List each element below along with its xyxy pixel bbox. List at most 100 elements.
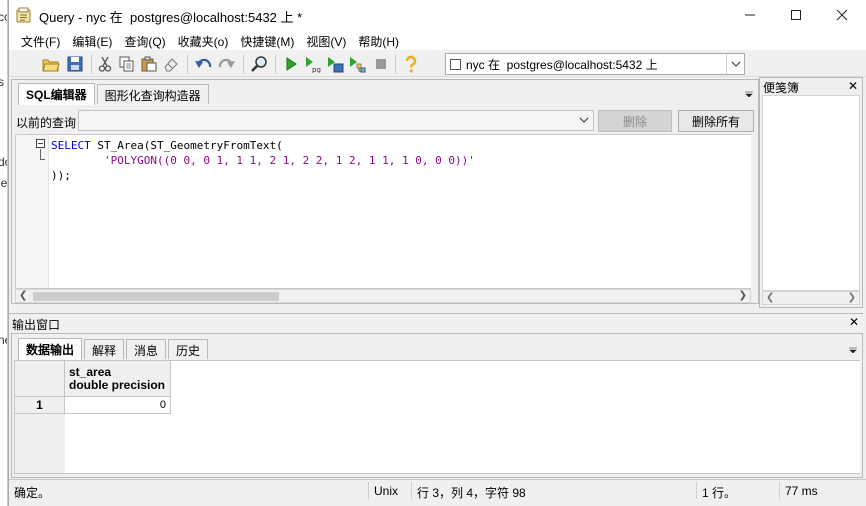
close-button[interactable]: [819, 0, 865, 30]
sql-code: SELECT ST_Area(ST_GeometryFromText( 'POL…: [51, 138, 475, 183]
chevron-left-icon[interactable]: ❮: [766, 292, 774, 303]
row-header[interactable]: 1: [15, 397, 65, 414]
tab-history[interactable]: 历史: [168, 339, 209, 359]
copy-icon: [119, 56, 134, 72]
find-button[interactable]: [249, 54, 269, 74]
toolbar: pg nyc 在 postgres@localhost:5432 上: [9, 51, 866, 77]
maximize-button[interactable]: [773, 0, 819, 30]
window-title: Query - nyc 在 postgres@localhost:5432 上 …: [39, 10, 303, 25]
close-icon[interactable]: ✕: [848, 79, 858, 93]
close-icon: [836, 9, 848, 21]
redo-button[interactable]: [217, 54, 237, 74]
open-icon: [42, 59, 60, 72]
maximize-icon: [791, 10, 801, 20]
tab-data-output[interactable]: 数据输出: [18, 338, 83, 360]
grid-corner[interactable]: [15, 361, 65, 397]
close-icon[interactable]: ✕: [849, 315, 859, 329]
save-icon: [67, 56, 83, 72]
fold-toggle-icon[interactable]: [36, 139, 45, 148]
grid-background: [65, 361, 860, 473]
clear-button[interactable]: [161, 54, 181, 74]
grid-cell[interactable]: 0: [65, 397, 171, 414]
previous-queries-row: 以前的查询 删除 删除所有: [12, 109, 758, 133]
menu-query[interactable]: 查询(Q): [118, 30, 171, 50]
previous-queries-select[interactable]: [78, 110, 594, 131]
toolbar-separator: [275, 55, 276, 73]
scratch-pad-title: 便笺簿: [763, 81, 800, 95]
data-output-grid[interactable]: st_area double precision 1 0: [14, 360, 860, 474]
explain-icon: [350, 57, 366, 73]
help-button[interactable]: [401, 54, 421, 74]
copy-button[interactable]: [117, 54, 137, 74]
scratch-pad-scrollbar[interactable]: ❮ ❯: [762, 291, 860, 305]
undo-icon: [195, 58, 212, 68]
delete-all-button[interactable]: 删除所有: [678, 110, 754, 132]
execute-pgscript-icon: pg: [306, 57, 321, 73]
undo-button[interactable]: [193, 54, 213, 74]
execute-icon: [286, 57, 297, 71]
menu-view[interactable]: 视图(V): [300, 30, 352, 50]
save-file-button[interactable]: [65, 54, 85, 74]
execute-to-file-button[interactable]: [325, 54, 345, 74]
menu-favourites[interactable]: 收藏夹(o): [172, 30, 235, 50]
status-row-count: 1 行。: [696, 482, 778, 500]
scratch-pad-panel: 便笺簿 ✕ ❮ ❯: [759, 77, 863, 308]
tab-graphical-query-builder[interactable]: 图形化查询构造器: [96, 84, 209, 104]
menu-edit[interactable]: 编辑(E): [66, 30, 118, 50]
toolbar-separator: [243, 55, 244, 73]
cut-button[interactable]: [95, 54, 115, 74]
chevron-right-icon[interactable]: ❯: [848, 292, 856, 303]
column-type: double precision: [69, 378, 166, 392]
delete-button[interactable]: 删除: [598, 110, 672, 132]
editor-horizontal-scrollbar[interactable]: ❮ ❯: [15, 289, 751, 303]
column-header-st-area[interactable]: st_area double precision: [65, 361, 171, 397]
minimize-button[interactable]: [727, 0, 773, 30]
menu-macros[interactable]: 快捷键(M): [234, 30, 300, 50]
code-text: ));: [51, 169, 71, 182]
background-window-edge: co s do le ne: [0, 0, 8, 506]
tab-sql-editor[interactable]: SQL编辑器: [18, 83, 95, 105]
execute-query-button[interactable]: [281, 54, 301, 74]
scratch-pad-text[interactable]: [762, 95, 860, 291]
cancel-icon: [376, 59, 386, 69]
chevron-right-icon[interactable]: ❯: [739, 290, 747, 301]
code-line-2: 'POLYGON((0 0, 0 1, 1 1, 2 1, 2 2, 1 2, …: [51, 153, 475, 168]
scrollbar-thumb[interactable]: [33, 292, 279, 301]
execute-to-file-icon: [328, 57, 344, 73]
code-text: ST_Area(ST_GeometryFromText(: [90, 139, 283, 152]
menu-file[interactable]: 文件(F): [15, 30, 66, 50]
edge-text: do: [0, 155, 7, 169]
code-string: 'POLYGON((0 0, 0 1, 1 1, 2 1, 2 2, 1 2, …: [103, 154, 475, 167]
tab-messages[interactable]: 消息: [126, 339, 167, 359]
execute-pgscript-button[interactable]: pg: [303, 54, 323, 74]
minimize-icon: [745, 14, 755, 16]
connection-label: nyc 在 postgres@localhost:5432 上: [466, 57, 658, 72]
help-icon: [405, 55, 417, 73]
tab-explain[interactable]: 解释: [84, 339, 125, 359]
chevron-down-icon[interactable]: [726, 54, 744, 74]
sql-text-editor[interactable]: SELECT ST_Area(ST_GeometryFromText( 'POL…: [15, 134, 751, 289]
panel-menu-icon[interactable]: [848, 343, 858, 353]
chevron-left-icon[interactable]: ❮: [19, 290, 27, 301]
panel-menu-icon[interactable]: [744, 87, 754, 97]
open-file-button[interactable]: [41, 54, 61, 74]
status-execution-time: 77 ms: [779, 482, 866, 499]
menu-help[interactable]: 帮助(H): [352, 30, 405, 50]
connection-select[interactable]: nyc 在 postgres@localhost:5432 上: [445, 53, 745, 75]
editor-gutter: [16, 135, 49, 288]
title-bar[interactable]: Query - nyc 在 postgres@localhost:5432 上 …: [9, 0, 866, 30]
paste-icon: [141, 56, 157, 72]
toolbar-separator: [91, 55, 92, 73]
paste-button[interactable]: [139, 54, 159, 74]
find-icon: [251, 56, 267, 72]
output-pane-header: 输出窗口 ✕: [9, 313, 863, 332]
cut-icon: [98, 56, 112, 72]
cancel-query-button[interactable]: [371, 54, 391, 74]
edge-text: s: [0, 75, 4, 89]
explain-query-button[interactable]: [347, 54, 367, 74]
status-line-ending: Unix: [368, 482, 410, 499]
svg-text:pg: pg: [312, 66, 321, 73]
edge-text: le: [0, 176, 8, 190]
pgadmin-app-icon: [16, 7, 31, 23]
